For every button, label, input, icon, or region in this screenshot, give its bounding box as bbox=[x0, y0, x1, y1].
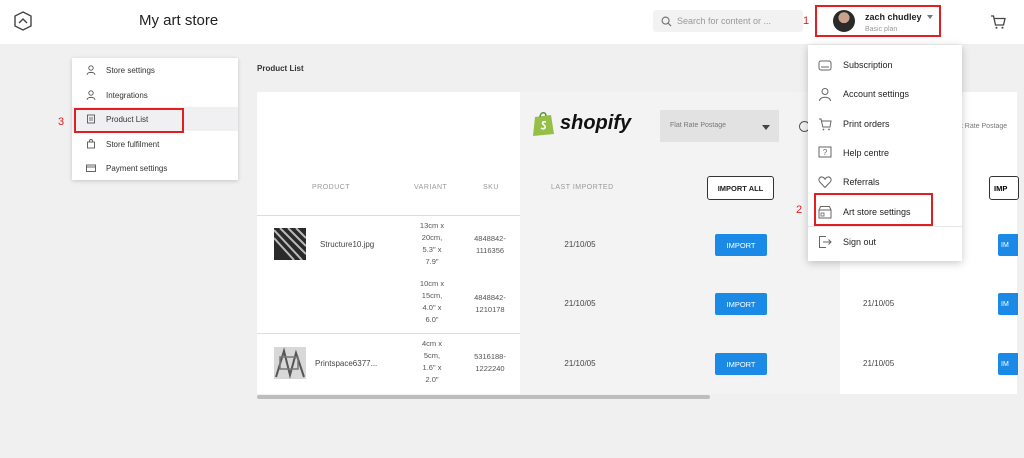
import-button-second[interactable]: IM bbox=[998, 293, 1018, 315]
heart-icon bbox=[818, 175, 832, 188]
postage-select[interactable]: Flat Rate Postage bbox=[660, 110, 779, 142]
user-icon bbox=[819, 87, 831, 101]
signout-icon bbox=[819, 235, 832, 248]
annotation-marker-2: 2 bbox=[796, 204, 803, 216]
column-header-last-imported: LAST IMPORTED bbox=[551, 184, 614, 191]
menu-item-referrals[interactable]: Referrals bbox=[808, 167, 962, 196]
chevron-down-icon bbox=[762, 125, 770, 130]
horizontal-scrollbar[interactable] bbox=[257, 395, 710, 399]
sidebar-item-payment-settings[interactable]: Payment settings bbox=[72, 156, 238, 180]
import-button-second[interactable]: IM bbox=[998, 353, 1018, 375]
sidebar-item-label: Integrations bbox=[106, 90, 148, 100]
user-name: zach chudley bbox=[865, 12, 922, 22]
product-thumbnail[interactable] bbox=[274, 228, 306, 260]
column-header-sku: SKU bbox=[483, 184, 499, 191]
top-bar: My art store 1 zach chudley Basic plan bbox=[0, 0, 1024, 44]
variant-cell: 13cm x 20cm, 5.3" x 7.9" bbox=[419, 221, 445, 266]
menu-item-label: Sign out bbox=[843, 236, 877, 247]
sku-cell: 5316188- 1222240 bbox=[474, 352, 506, 373]
logo-icon[interactable] bbox=[12, 10, 34, 32]
menu-item-label: Referrals bbox=[843, 176, 880, 187]
menu-item-account-settings[interactable]: Account settings bbox=[808, 79, 962, 108]
import-all-button-second[interactable]: IMP bbox=[989, 176, 1019, 200]
import-button[interactable]: IMPORT bbox=[715, 234, 767, 256]
last-imported-date-second: 21/10/05 bbox=[863, 359, 895, 368]
product-thumbnail[interactable] bbox=[274, 347, 306, 379]
shopify-bag-icon bbox=[533, 112, 554, 136]
last-imported-date: 21/10/05 bbox=[564, 299, 596, 308]
import-all-button[interactable]: IMPORT ALL bbox=[707, 176, 774, 200]
avatar bbox=[833, 10, 855, 32]
last-imported-date: 21/10/05 bbox=[564, 359, 596, 368]
search-box[interactable] bbox=[653, 10, 803, 32]
user-icon bbox=[86, 90, 96, 100]
subscription-icon bbox=[818, 60, 832, 70]
sidebar-item-store-settings[interactable]: Store settings bbox=[72, 58, 238, 82]
annotation-marker-3: 3 bbox=[58, 116, 65, 128]
variant-cell: 10cm x 15cm, 4.0" x 6.0" bbox=[419, 279, 445, 324]
product-name: Printspace6377... bbox=[315, 359, 378, 368]
annotation-highlight-art-store-settings bbox=[814, 193, 933, 226]
cart-icon bbox=[819, 118, 832, 130]
sidebar-item-store-fulfilment[interactable]: Store fulfilment bbox=[72, 132, 238, 156]
account-dropdown-menu: Subscription Account settings Print orde… bbox=[808, 45, 962, 261]
menu-item-label: Account settings bbox=[843, 88, 910, 99]
bag-icon bbox=[87, 139, 95, 149]
search-icon bbox=[661, 16, 672, 27]
cart-icon[interactable] bbox=[990, 14, 1006, 30]
divider bbox=[257, 333, 520, 334]
shopify-wordmark: shopify bbox=[560, 112, 632, 134]
import-button[interactable]: IMPORT bbox=[715, 353, 767, 375]
annotation-highlight-product-list bbox=[74, 108, 184, 133]
menu-item-label: Help centre bbox=[843, 147, 890, 158]
help-icon: ? bbox=[818, 146, 832, 157]
variant-cell: 4cm x 5cm, 1.6" x 2.0" bbox=[421, 339, 442, 384]
menu-item-label: Print orders bbox=[843, 118, 890, 129]
search-input[interactable] bbox=[677, 16, 797, 26]
sku-cell: 4848842- 1210178 bbox=[474, 293, 506, 314]
svg-text:?: ? bbox=[823, 148, 828, 157]
column-header-product: PRODUCT bbox=[312, 184, 351, 191]
last-imported-date-second: 21/10/05 bbox=[863, 299, 895, 308]
page-title: Product List bbox=[257, 64, 304, 73]
postage-select-value: Flat Rate Postage bbox=[670, 122, 727, 129]
sidebar-item-integrations[interactable]: Integrations bbox=[72, 83, 238, 107]
menu-item-print-orders[interactable]: Print orders bbox=[808, 109, 962, 138]
store-title: My art store bbox=[139, 12, 219, 29]
chevron-down-icon bbox=[927, 15, 933, 19]
shopify-logo: shopify bbox=[532, 110, 632, 140]
menu-item-subscription[interactable]: Subscription bbox=[808, 50, 962, 79]
import-button-second[interactable]: IM bbox=[998, 234, 1018, 256]
last-imported-date: 21/10/05 bbox=[564, 240, 596, 249]
user-plan: Basic plan bbox=[865, 26, 898, 33]
sku-cell: 4848842- 1116356 bbox=[474, 234, 506, 255]
sidebar-item-label: Payment settings bbox=[106, 163, 168, 173]
annotation-marker-1: 1 bbox=[803, 15, 810, 27]
import-button[interactable]: IMPORT bbox=[715, 293, 767, 315]
divider bbox=[257, 215, 520, 216]
menu-item-label: Subscription bbox=[843, 59, 893, 70]
sidebar-item-label: Store fulfilment bbox=[106, 139, 160, 149]
sidebar-item-label: Store settings bbox=[106, 65, 155, 75]
user-icon bbox=[86, 65, 96, 75]
product-name: Structure10.jpg bbox=[320, 240, 375, 249]
menu-item-sign-out[interactable]: Sign out bbox=[808, 227, 962, 256]
card-icon bbox=[86, 164, 96, 172]
column-header-variant: VARIANT bbox=[414, 184, 448, 191]
menu-item-help-centre[interactable]: ? Help centre bbox=[808, 138, 962, 167]
postage-select-second[interactable]: at Rate Postage bbox=[957, 123, 1007, 130]
user-menu-toggle[interactable]: zach chudley Basic plan bbox=[815, 5, 941, 37]
